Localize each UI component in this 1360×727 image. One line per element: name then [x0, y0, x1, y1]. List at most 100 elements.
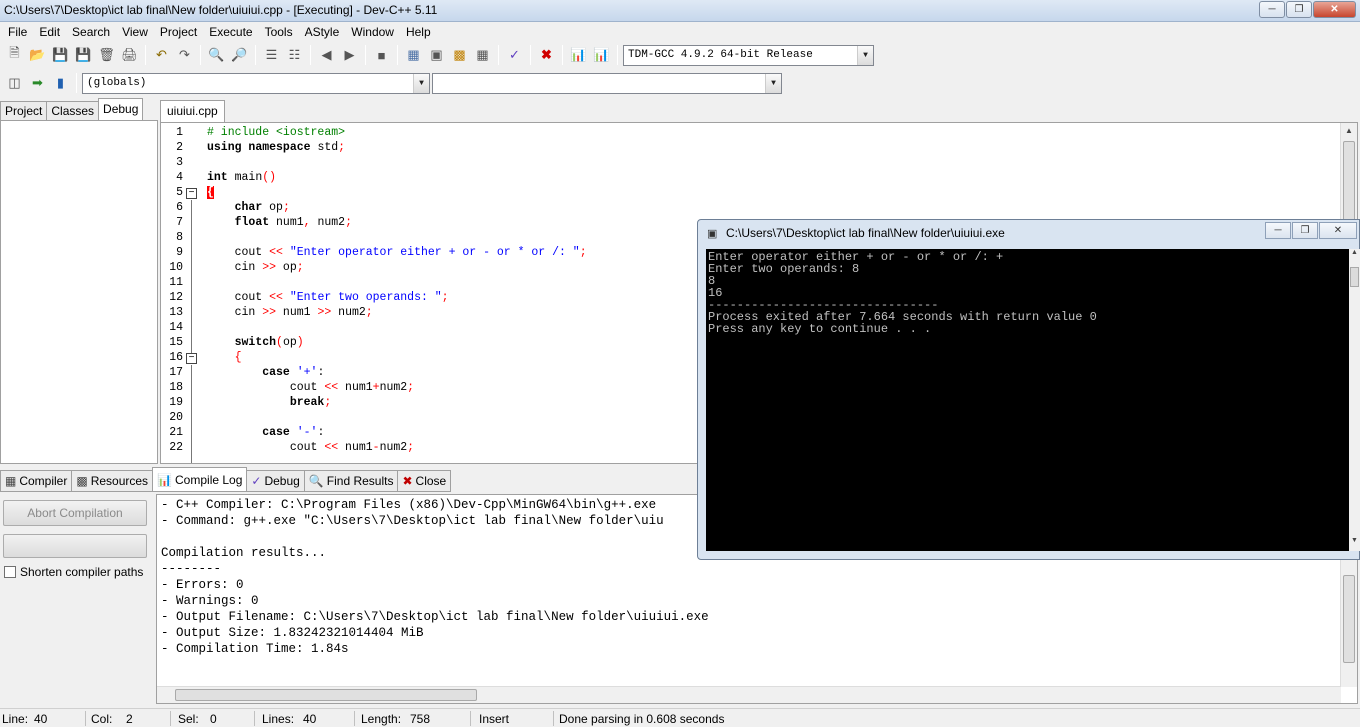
tab-uiuiui-cpp[interactable]: uiuiui.cpp [160, 100, 225, 122]
menu-window[interactable]: Window [345, 25, 400, 39]
log-line: - Compilation Time: 1.84s [161, 642, 349, 656]
log-line: - Output Size: 1.83242321014404 MiB [161, 626, 424, 640]
fold-main-icon[interactable]: − [186, 188, 197, 199]
new-file-icon[interactable]: 🗎 [4, 45, 25, 66]
bookmark-back-icon[interactable]: ◀ [316, 45, 337, 66]
menu-view[interactable]: View [116, 25, 154, 39]
line-number: 13 [169, 306, 183, 319]
menu-search[interactable]: Search [66, 25, 116, 39]
log-scroll-thumb[interactable] [1343, 575, 1355, 663]
check-icon: ✓ [251, 474, 262, 488]
console-scroll-thumb[interactable] [1350, 267, 1359, 287]
syntax-check-icon[interactable]: ✓ [504, 45, 525, 66]
class-insert-icon[interactable]: ◫ [4, 73, 25, 94]
run-icon[interactable]: ▣ [426, 45, 447, 66]
tab-debug[interactable]: Debug [98, 98, 144, 120]
scope-select[interactable]: (globals) ▼ [82, 72, 430, 94]
status-length-label: Length: [361, 712, 402, 726]
tab-close[interactable]: ✖ Close [397, 470, 452, 492]
bookmark-fwd-icon[interactable]: ▶ [339, 45, 360, 66]
tab-debug-bottom[interactable]: ✓ Debug [246, 470, 305, 492]
console-minimize-button[interactable]: ─ [1265, 222, 1291, 239]
line-number: 2 [176, 141, 183, 154]
console-output[interactable]: Enter operator either + or - or * or /: … [706, 249, 1349, 551]
log-line: -------- [161, 562, 222, 576]
window-title: C:\Users\7\Desktop\ict lab final\New fol… [4, 3, 438, 17]
compiler-select[interactable]: TDM-GCC 4.9.2 64-bit Release ▼ [623, 44, 874, 66]
bottom-panel-tabs: ▦ Compiler ▩ Resources 📊 Compile Log ✓ Debug… [0, 466, 700, 492]
console-scrollbar[interactable]: ▲ ▼ [1349, 249, 1360, 551]
minimize-button[interactable]: ─ [1259, 1, 1285, 18]
line-number: 20 [169, 411, 183, 424]
chevron-down-icon: ▼ [765, 73, 781, 93]
tab-find-results[interactable]: 🔍 Find Results [303, 470, 399, 492]
save-icon[interactable]: 💾 [50, 45, 71, 66]
tab-compile-log[interactable]: 📊 Compile Log [152, 467, 248, 492]
open-file-icon[interactable]: 📂 [27, 45, 48, 66]
line-number: 16 [169, 351, 183, 364]
delete-profile-icon[interactable]: 📊 [591, 45, 612, 66]
line-number: 17 [169, 366, 183, 379]
replace-icon[interactable]: 🔎 [229, 45, 250, 66]
scroll-down-icon[interactable]: ▼ [1349, 537, 1360, 551]
log-horizontal-scrollbar[interactable] [157, 686, 1341, 703]
code-line: case '+': [262, 366, 325, 379]
indent-icon[interactable]: ☰ [261, 45, 282, 66]
save-all-icon[interactable]: 💾 [73, 45, 94, 66]
left-panel-tabs: Project Classes Debug [0, 98, 144, 120]
code-line: { [207, 186, 214, 199]
fold-switch-icon[interactable]: − [186, 353, 197, 364]
log-hscroll-thumb[interactable] [175, 689, 477, 701]
rebuild-icon[interactable]: ▦ [472, 45, 493, 66]
undo-icon[interactable]: ↶ [151, 45, 172, 66]
code-line: case '-': [262, 426, 325, 439]
menu-help[interactable]: Help [400, 25, 437, 39]
unindent-icon[interactable]: ☷ [284, 45, 305, 66]
menu-edit[interactable]: Edit [33, 25, 66, 39]
tab-project[interactable]: Project [0, 101, 48, 120]
console-restore-button[interactable]: ❐ [1292, 222, 1318, 239]
line-number: 3 [176, 156, 183, 169]
tab-compiler-label: Compiler [19, 474, 68, 488]
redo-icon[interactable]: ↷ [174, 45, 195, 66]
abort-compilation-button[interactable]: Abort Compilation [3, 500, 147, 526]
menu-astyle[interactable]: AStyle [299, 25, 346, 39]
tab-resources[interactable]: ▩ Resources [71, 470, 154, 492]
line-number: 21 [169, 426, 183, 439]
menu-tools[interactable]: Tools [259, 25, 299, 39]
compile-run-icon[interactable]: ▩ [449, 45, 470, 66]
tab-compiler[interactable]: ▦ Compiler [0, 470, 73, 492]
close-file-icon[interactable]: 🗑 [96, 45, 117, 66]
status-sel-label: Sel: [178, 712, 199, 726]
code-line: { [234, 351, 242, 364]
find-icon[interactable]: 🔍 [206, 45, 227, 66]
shorten-paths-checkbox[interactable] [4, 566, 16, 578]
goto-definition-icon[interactable]: ▮ [50, 73, 71, 94]
goto-icon[interactable]: ■ [371, 45, 392, 66]
print-icon[interactable]: 🖨 [119, 45, 140, 66]
code-line: int main() [207, 171, 277, 184]
menu-execute[interactable]: Execute [203, 25, 258, 39]
compile-icon[interactable]: ▦ [403, 45, 424, 66]
scroll-up-icon[interactable]: ▲ [1349, 249, 1360, 263]
console-close-button[interactable]: ✕ [1319, 222, 1357, 239]
menu-project[interactable]: Project [154, 25, 203, 39]
shorten-paths-option[interactable]: Shorten compiler paths [4, 565, 143, 579]
restore-button[interactable]: ❐ [1286, 1, 1312, 18]
stop-execution-icon[interactable]: ✖ [536, 45, 557, 66]
code-line: cout << num1+num2; [207, 381, 415, 394]
close-button[interactable]: ✕ [1313, 1, 1356, 18]
scroll-up-icon[interactable]: ▲ [1341, 123, 1357, 139]
chart-icon: 📊 [157, 472, 173, 487]
code-line: using namespace std; [207, 141, 346, 154]
console-window[interactable]: ▣ C:\Users\7\Desktop\ict lab final\New f… [697, 219, 1360, 560]
status-message: Done parsing in 0.608 seconds [559, 712, 725, 726]
goto-declaration-icon[interactable]: ➡ [27, 73, 48, 94]
line-number: 19 [169, 396, 183, 409]
menu-file[interactable]: File [2, 25, 33, 39]
member-select[interactable]: ▼ [432, 72, 782, 94]
tab-classes[interactable]: Classes [46, 101, 100, 120]
profile-icon[interactable]: 📊 [568, 45, 589, 66]
code-line: char op; [234, 201, 290, 214]
log-line: - Warnings: 0 [161, 594, 259, 608]
